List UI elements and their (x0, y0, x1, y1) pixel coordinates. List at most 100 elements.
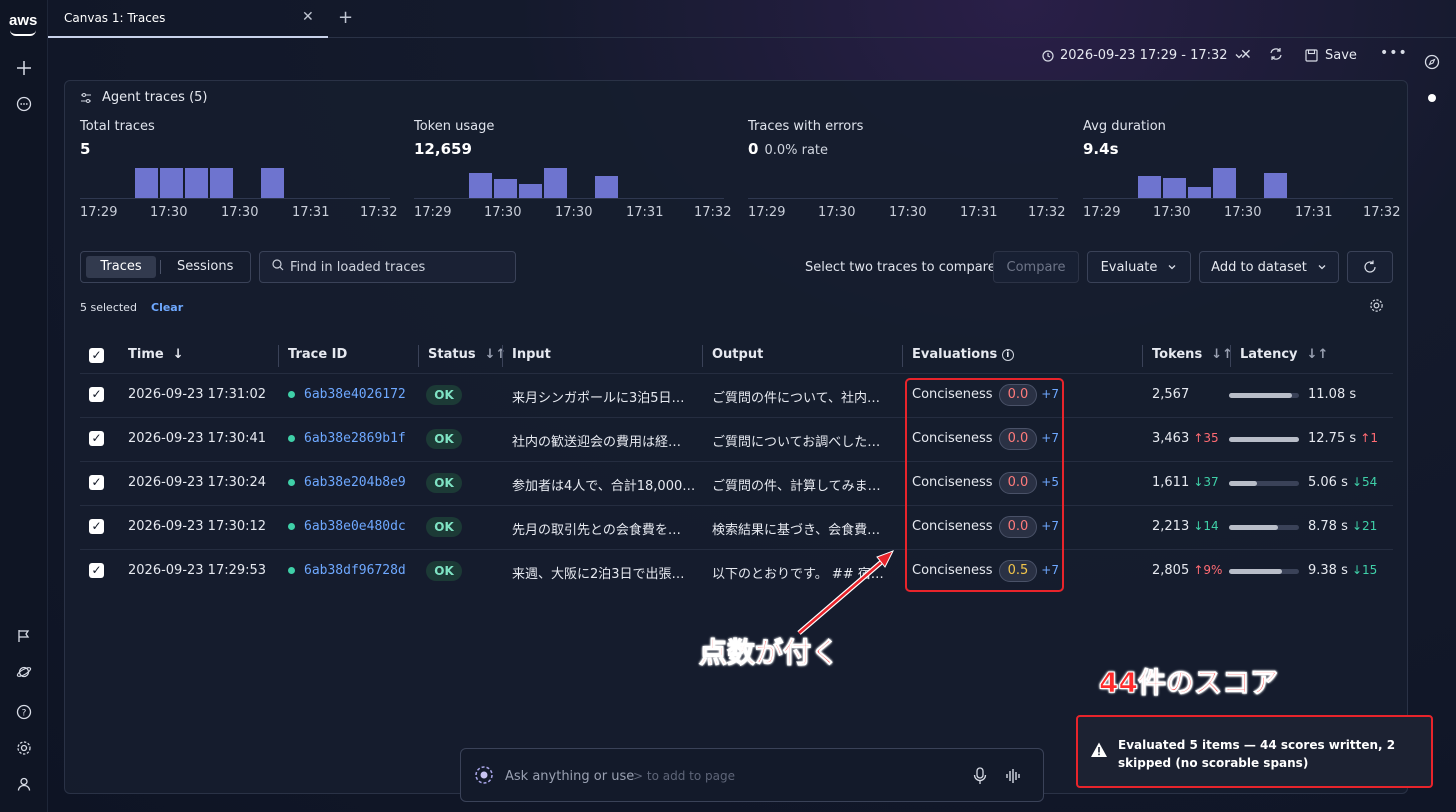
col-separator[interactable] (1230, 345, 1231, 367)
microphone-icon[interactable] (973, 767, 987, 785)
col-separator[interactable] (902, 345, 903, 367)
compare-button[interactable]: Compare (993, 251, 1079, 283)
col-trace-id[interactable]: Trace ID (288, 347, 347, 362)
planet-icon[interactable] (12, 660, 36, 684)
search-input[interactable] (290, 252, 510, 282)
row-checkbox[interactable]: ✓ (89, 475, 104, 490)
tab-canvas-1[interactable]: Canvas 1: Traces ✕ (48, 0, 328, 38)
cell-trace-id[interactable]: 6ab38e204b8e9 (288, 475, 412, 490)
cell-latency: 12.75 s ↑1 (1308, 431, 1378, 446)
tab-traces[interactable]: Traces (86, 256, 156, 278)
row-checkbox[interactable]: ✓ (89, 563, 104, 578)
cell-trace-id[interactable]: 6ab38e4026172 (288, 387, 412, 402)
cell-time: 2026-09-23 17:30:24 (128, 475, 267, 490)
select-all-checkbox[interactable]: ✓ (89, 348, 104, 363)
table-settings-icon[interactable] (1369, 298, 1384, 317)
trace-id-link[interactable]: 6ab38e204b8e9 (304, 475, 406, 490)
chart-bar[interactable] (519, 184, 542, 198)
clear-time-icon[interactable]: ✕ (1240, 47, 1252, 63)
col-tokens[interactable]: Tokens ↓↑ (1152, 347, 1233, 362)
row-checkbox[interactable]: ✓ (89, 431, 104, 446)
cell-trace-id[interactable]: 6ab38df96728d (288, 563, 412, 578)
status-dot-icon (1428, 94, 1436, 102)
compass-icon[interactable] (1424, 54, 1440, 74)
col-output[interactable]: Output (712, 347, 763, 362)
voice-wave-icon[interactable] (1005, 768, 1023, 784)
evaluate-button[interactable]: Evaluate (1087, 251, 1191, 283)
chart-bar[interactable] (595, 176, 618, 198)
col-separator[interactable] (418, 345, 419, 367)
cell-trace-id[interactable]: 6ab38e2869b1f (288, 431, 412, 446)
chart-bar[interactable] (1188, 187, 1211, 198)
col-input[interactable]: Input (512, 347, 551, 362)
add-to-dataset-button[interactable]: Add to dataset (1199, 251, 1339, 283)
col-latency[interactable]: Latency ↓↑ (1240, 347, 1328, 362)
col-separator[interactable] (1142, 345, 1143, 367)
table-row[interactable]: ✓ 2026-09-23 17:31:02 6ab38e4026172 OK 来月シンガ… (80, 373, 1393, 417)
more-icon[interactable]: ••• (1380, 45, 1408, 61)
tab-sessions[interactable]: Sessions (177, 256, 233, 278)
save-button[interactable]: Save (1305, 48, 1357, 63)
row-checkbox[interactable]: ✓ (89, 387, 104, 402)
chart-baseline (414, 198, 724, 199)
mini-chart (748, 164, 1058, 198)
save-icon (1305, 49, 1318, 62)
cell-time: 2026-09-23 17:29:53 (128, 563, 267, 578)
chart-bar[interactable] (1213, 168, 1236, 198)
trace-id-link[interactable]: 6ab38e0e480dc (304, 519, 406, 534)
chart-bar[interactable] (1163, 178, 1186, 198)
user-icon[interactable] (12, 772, 36, 796)
col-status[interactable]: Status ↓↑ (428, 347, 506, 362)
col-separator[interactable] (702, 345, 703, 367)
chart-bar[interactable] (210, 168, 233, 198)
clear-selection-link[interactable]: Clear (151, 301, 183, 314)
chart-bar[interactable] (494, 179, 517, 198)
stat-value-text: 9.4s (1083, 140, 1119, 158)
search-icon (272, 259, 284, 275)
table-row[interactable]: ✓ 2026-09-23 17:30:41 6ab38e2869b1f OK 社内の歓送… (80, 417, 1393, 461)
sliders-icon[interactable] (80, 92, 92, 104)
flag-icon[interactable] (12, 624, 36, 648)
col-separator[interactable] (278, 345, 279, 367)
col-separator[interactable] (502, 345, 503, 367)
table-row[interactable]: ✓ 2026-09-23 17:30:24 6ab38e204b8e9 OK 参加者は4… (80, 461, 1393, 505)
info-icon[interactable]: i (1001, 348, 1014, 361)
chart-bar[interactable] (544, 168, 567, 198)
table-row[interactable]: ✓ 2026-09-23 17:29:53 6ab38df96728d OK 来週、大阪… (80, 549, 1393, 593)
chart-bar[interactable] (261, 168, 284, 198)
add-tab-icon[interactable]: + (338, 7, 353, 28)
aws-logo[interactable]: aws (9, 12, 37, 29)
latency-bar (1229, 437, 1299, 442)
col-time[interactable]: Time ↓ (128, 347, 184, 362)
settings-icon[interactable] (12, 736, 36, 760)
latency-bar (1229, 393, 1299, 398)
chart-bar[interactable] (135, 168, 158, 198)
chevron-down-icon (1318, 265, 1326, 270)
chart-bar[interactable] (469, 173, 492, 198)
chart-bar[interactable] (185, 168, 208, 198)
reload-button[interactable] (1347, 251, 1393, 283)
mini-chart (80, 164, 390, 198)
table-header: ✓ Time ↓ Trace ID Status ↓↑ Input Output… (80, 341, 1393, 371)
help-icon[interactable]: ? (12, 700, 36, 724)
latency-delta: ↓21 (1351, 519, 1378, 533)
row-checkbox[interactable]: ✓ (89, 519, 104, 534)
close-icon[interactable]: ✕ (302, 9, 314, 25)
trace-id-link[interactable]: 6ab38df96728d (304, 563, 406, 578)
cell-trace-id[interactable]: 6ab38e0e480dc (288, 519, 412, 534)
stat-token-usage: Token usage 12,659 17:29 17:30 17:30 17:31 1… (414, 119, 731, 220)
refresh-icon[interactable] (1269, 47, 1283, 65)
cell-tokens: 3,463 ↑35 (1152, 431, 1219, 446)
axis-tick-label: 17:30 (1153, 205, 1191, 220)
chart-bar[interactable] (1264, 173, 1287, 198)
table-row[interactable]: ✓ 2026-09-23 17:30:12 6ab38e0e480dc OK 先月の取引… (80, 505, 1393, 549)
chat-icon[interactable] (12, 92, 36, 116)
trace-id-link[interactable]: 6ab38e2869b1f (304, 431, 406, 446)
chart-bar[interactable] (1138, 176, 1161, 198)
time-range-picker[interactable]: 2026-09-23 17:29 - 17:32 (1042, 48, 1244, 63)
chart-baseline (80, 198, 390, 199)
col-evaluations[interactable]: Evaluations i (912, 347, 1014, 362)
trace-id-link[interactable]: 6ab38e4026172 (304, 387, 406, 402)
plus-icon[interactable] (12, 56, 36, 80)
chart-bar[interactable] (160, 168, 183, 198)
